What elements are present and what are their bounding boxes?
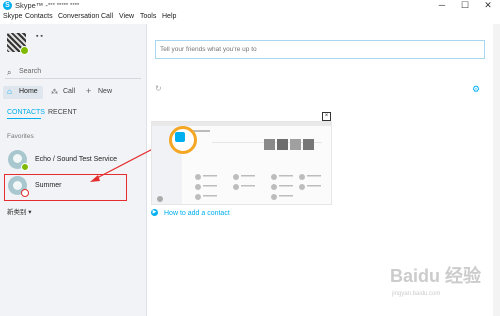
menu-conversation[interactable]: Conversation — [58, 13, 99, 20]
search-input[interactable]: Search — [19, 68, 41, 75]
online-status-icon — [21, 163, 29, 171]
app-title: Skype™ - — [15, 1, 48, 10]
menu-tools[interactable]: Tools — [140, 13, 156, 20]
call-button[interactable]: Call — [63, 88, 75, 95]
maximize-button[interactable]: ☐ — [454, 0, 476, 12]
search-icon: ⌕ — [7, 68, 12, 77]
menu-contacts[interactable]: Contacts — [25, 13, 53, 20]
home-label[interactable]: Home — [19, 88, 38, 95]
new-button[interactable]: New — [98, 88, 112, 95]
home-icon: ⌂ — [7, 87, 12, 96]
dialpad-icon: ⁂ — [51, 89, 58, 96]
minimize-button[interactable]: ─ — [431, 0, 453, 12]
search-divider — [5, 78, 141, 79]
close-icon[interactable]: × — [322, 112, 331, 121]
watermark-url: jingyan.baidu.com — [392, 291, 441, 297]
tab-recent[interactable]: RECENT — [48, 109, 77, 116]
menu-skype[interactable]: Skype — [3, 13, 22, 20]
profile-name[interactable]: ▪ ▪ — [36, 33, 43, 40]
plus-icon: + — [86, 86, 92, 96]
play-icon[interactable]: ▶ — [151, 209, 158, 216]
how-to-add-contact-link[interactable]: How to add a contact — [164, 210, 230, 217]
mood-message-input[interactable] — [155, 40, 485, 59]
menu-help[interactable]: Help — [162, 13, 176, 20]
favorites-heading: Favorites — [7, 133, 34, 140]
contact-group-dropdown[interactable]: 新类别 ▾ — [7, 206, 32, 216]
tab-contacts-underline — [7, 118, 41, 119]
online-status-icon — [20, 46, 29, 55]
tab-contacts[interactable]: CONTACTS — [7, 109, 45, 116]
app-title-user: ▪▪▪ ▪▪▪▪▪ ▪▪▪▪ — [48, 1, 80, 8]
scrollbar[interactable] — [493, 24, 500, 316]
close-button[interactable]: ✕ — [477, 0, 499, 12]
camera-icon — [13, 181, 22, 190]
person-icon — [13, 154, 22, 163]
add-contact-icon — [175, 132, 185, 142]
menu-view[interactable]: View — [119, 13, 134, 20]
menu-call[interactable]: Call — [101, 13, 113, 20]
blocked-status-icon — [21, 189, 29, 197]
refresh-icon[interactable]: ↻ — [155, 84, 162, 93]
gear-icon[interactable]: ⚙ — [472, 84, 480, 95]
watermark-logo: Baidu 经验 — [390, 266, 482, 286]
skype-logo-icon: S — [3, 1, 12, 10]
contact-summer[interactable]: Summer — [35, 182, 61, 189]
contact-echo-sound-test[interactable]: Echo / Sound Test Service — [35, 156, 117, 163]
